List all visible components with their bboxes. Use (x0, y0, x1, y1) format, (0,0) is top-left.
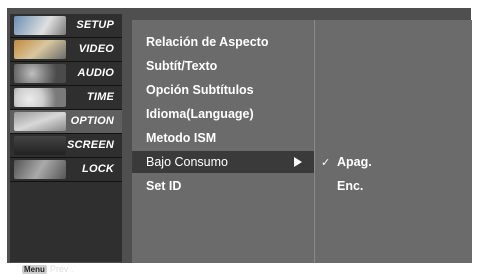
menu-item-option[interactable]: OPTION (10, 110, 122, 134)
value-option-on[interactable]: Enc. (315, 175, 472, 197)
menu-item-time[interactable]: TIME (10, 86, 122, 110)
time-icon (14, 88, 66, 107)
submenu-item-subtitle-text[interactable]: Subtít/Texto (132, 55, 314, 77)
menu-item-screen[interactable]: SCREEN (10, 134, 122, 158)
menu-label: VIDEO (78, 43, 114, 55)
menu-label: LOCK (82, 163, 114, 175)
value-label: Enc. (337, 179, 364, 193)
prev-label: Prev . (49, 264, 74, 274)
menu-item-video[interactable]: VIDEO (10, 38, 122, 62)
menu-label: AUDIO (77, 67, 114, 79)
submenu-item-ism-method[interactable]: Metodo ISM (132, 127, 314, 149)
submenu-item-label: Relación de Aspecto (146, 35, 269, 49)
submenu-item-subtitle-option[interactable]: Opción Subtítulos (132, 79, 314, 101)
submenu-item-language[interactable]: Idioma(Language) (132, 103, 314, 125)
value-option-off[interactable]: ✓ Apag. (315, 151, 472, 173)
submenu-item-label: Subtít/Texto (146, 59, 218, 73)
arrow-right-icon (294, 157, 302, 167)
submenu-item-label: Bajo Consumo (146, 155, 228, 169)
option-icon (14, 112, 66, 131)
lock-icon (14, 160, 66, 179)
screen-icon (14, 136, 66, 155)
menu-label: SETUP (76, 19, 114, 31)
main-menu: SETUP VIDEO AUDIO TIME OPTION SCREEN LOC… (10, 14, 122, 274)
value-label: Apag. (337, 155, 372, 169)
prev-hint: Menu Prev . (22, 264, 73, 274)
menu-key-icon: Menu (22, 265, 47, 274)
audio-icon (14, 64, 66, 83)
menu-item-lock[interactable]: LOCK (10, 158, 122, 182)
menu-label: OPTION (70, 115, 114, 127)
value-panel: ✓ Apag. Enc. (314, 20, 472, 263)
option-submenu: Relación de Aspecto Subtít/Texto Opción … (132, 20, 314, 263)
submenu-item-aspect-ratio[interactable]: Relación de Aspecto (132, 31, 314, 53)
submenu-item-label: Metodo ISM (146, 131, 217, 145)
submenu-item-label: Set ID (146, 179, 182, 193)
video-icon (14, 40, 66, 59)
submenu-item-low-power[interactable]: Bajo Consumo (132, 151, 314, 173)
check-icon: ✓ (321, 157, 331, 169)
menu-item-setup[interactable]: SETUP (10, 14, 122, 38)
submenu-item-label: Idioma(Language) (146, 107, 254, 121)
menu-label: SCREEN (66, 139, 114, 151)
submenu-item-set-id[interactable]: Set ID (132, 175, 314, 197)
menu-label: TIME (86, 91, 114, 103)
setup-icon (14, 16, 66, 35)
menu-item-audio[interactable]: AUDIO (10, 62, 122, 86)
submenu-item-label: Opción Subtítulos (146, 83, 254, 97)
